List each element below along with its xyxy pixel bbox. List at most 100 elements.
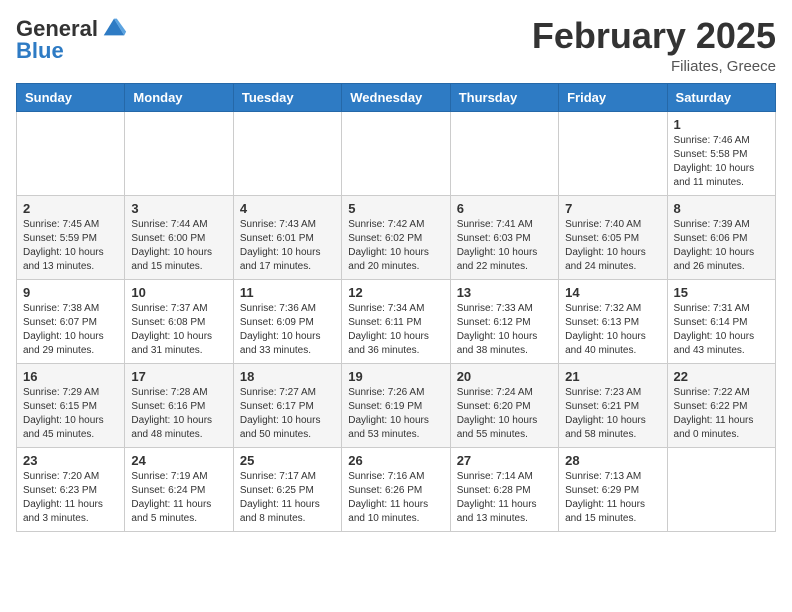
day-number: 8	[674, 201, 769, 216]
day-info: Sunrise: 7:45 AM Sunset: 5:59 PM Dayligh…	[23, 218, 118, 274]
day-number: 17	[131, 369, 226, 384]
calendar-cell	[559, 111, 667, 195]
calendar-cell: 3 Sunrise: 7:44 AM Sunset: 6:00 PM Daylig…	[125, 195, 233, 279]
day-info: Sunrise: 7:42 AM Sunset: 6:02 PM Dayligh…	[348, 218, 443, 274]
day-info: Sunrise: 7:44 AM Sunset: 6:00 PM Dayligh…	[131, 218, 226, 274]
day-number: 19	[348, 369, 443, 384]
calendar-cell: 17 Sunrise: 7:28 AM Sunset: 6:16 PM Dayli…	[125, 363, 233, 447]
day-info: Sunrise: 7:14 AM Sunset: 6:28 PM Dayligh…	[457, 470, 552, 526]
day-number: 12	[348, 285, 443, 300]
calendar-header-row: SundayMondayTuesdayWednesdayThursdayFrid…	[17, 83, 776, 111]
calendar-cell: 4 Sunrise: 7:43 AM Sunset: 6:01 PM Daylig…	[233, 195, 341, 279]
day-info: Sunrise: 7:37 AM Sunset: 6:08 PM Dayligh…	[131, 302, 226, 358]
day-number: 15	[674, 285, 769, 300]
day-number: 11	[240, 285, 335, 300]
weekday-header-tuesday: Tuesday	[233, 83, 341, 111]
day-number: 3	[131, 201, 226, 216]
calendar-week-row: 1 Sunrise: 7:46 AM Sunset: 5:58 PM Daylig…	[17, 111, 776, 195]
calendar-cell: 26 Sunrise: 7:16 AM Sunset: 6:26 PM Dayli…	[342, 447, 450, 531]
day-info: Sunrise: 7:32 AM Sunset: 6:13 PM Dayligh…	[565, 302, 660, 358]
calendar-cell: 10 Sunrise: 7:37 AM Sunset: 6:08 PM Dayli…	[125, 279, 233, 363]
day-number: 21	[565, 369, 660, 384]
title-block: February 2025 Filiates, Greece	[532, 16, 776, 75]
calendar-week-row: 2 Sunrise: 7:45 AM Sunset: 5:59 PM Daylig…	[17, 195, 776, 279]
day-number: 20	[457, 369, 552, 384]
day-number: 18	[240, 369, 335, 384]
day-info: Sunrise: 7:40 AM Sunset: 6:05 PM Dayligh…	[565, 218, 660, 274]
day-info: Sunrise: 7:23 AM Sunset: 6:21 PM Dayligh…	[565, 386, 660, 442]
day-number: 22	[674, 369, 769, 384]
calendar-cell	[667, 447, 775, 531]
day-number: 4	[240, 201, 335, 216]
day-info: Sunrise: 7:17 AM Sunset: 6:25 PM Dayligh…	[240, 470, 335, 526]
day-info: Sunrise: 7:19 AM Sunset: 6:24 PM Dayligh…	[131, 470, 226, 526]
logo: General Blue	[16, 16, 128, 64]
month-title: February 2025	[532, 16, 776, 56]
day-info: Sunrise: 7:33 AM Sunset: 6:12 PM Dayligh…	[457, 302, 552, 358]
day-number: 1	[674, 117, 769, 132]
day-info: Sunrise: 7:39 AM Sunset: 6:06 PM Dayligh…	[674, 218, 769, 274]
calendar-cell: 6 Sunrise: 7:41 AM Sunset: 6:03 PM Daylig…	[450, 195, 558, 279]
day-number: 9	[23, 285, 118, 300]
day-info: Sunrise: 7:46 AM Sunset: 5:58 PM Dayligh…	[674, 134, 769, 190]
calendar-cell	[125, 111, 233, 195]
day-info: Sunrise: 7:34 AM Sunset: 6:11 PM Dayligh…	[348, 302, 443, 358]
day-number: 26	[348, 453, 443, 468]
day-info: Sunrise: 7:28 AM Sunset: 6:16 PM Dayligh…	[131, 386, 226, 442]
weekday-header-thursday: Thursday	[450, 83, 558, 111]
day-info: Sunrise: 7:20 AM Sunset: 6:23 PM Dayligh…	[23, 470, 118, 526]
day-number: 2	[23, 201, 118, 216]
day-info: Sunrise: 7:22 AM Sunset: 6:22 PM Dayligh…	[674, 386, 769, 442]
calendar-cell: 21 Sunrise: 7:23 AM Sunset: 6:21 PM Dayli…	[559, 363, 667, 447]
day-number: 28	[565, 453, 660, 468]
day-info: Sunrise: 7:24 AM Sunset: 6:20 PM Dayligh…	[457, 386, 552, 442]
calendar-cell: 14Sunrise: 7:32 AM Sunset: 6:13 PM Dayli…	[559, 279, 667, 363]
calendar-cell: 16Sunrise: 7:29 AM Sunset: 6:15 PM Dayli…	[17, 363, 125, 447]
day-info: Sunrise: 7:27 AM Sunset: 6:17 PM Dayligh…	[240, 386, 335, 442]
weekday-header-monday: Monday	[125, 83, 233, 111]
day-number: 13	[457, 285, 552, 300]
day-number: 25	[240, 453, 335, 468]
day-number: 24	[131, 453, 226, 468]
calendar-table: SundayMondayTuesdayWednesdayThursdayFrid…	[16, 83, 776, 532]
day-number: 10	[131, 285, 226, 300]
calendar-cell: 18 Sunrise: 7:27 AM Sunset: 6:17 PM Dayli…	[233, 363, 341, 447]
calendar-cell: 24 Sunrise: 7:19 AM Sunset: 6:24 PM Dayli…	[125, 447, 233, 531]
calendar-cell: 7Sunrise: 7:40 AM Sunset: 6:05 PM Daylig…	[559, 195, 667, 279]
weekday-header-friday: Friday	[559, 83, 667, 111]
calendar-cell: 23Sunrise: 7:20 AM Sunset: 6:23 PM Dayli…	[17, 447, 125, 531]
day-info: Sunrise: 7:31 AM Sunset: 6:14 PM Dayligh…	[674, 302, 769, 358]
day-number: 27	[457, 453, 552, 468]
day-number: 6	[457, 201, 552, 216]
location-subtitle: Filiates, Greece	[532, 58, 776, 75]
weekday-header-sunday: Sunday	[17, 83, 125, 111]
calendar-cell: 19 Sunrise: 7:26 AM Sunset: 6:19 PM Dayli…	[342, 363, 450, 447]
calendar-cell	[342, 111, 450, 195]
calendar-cell: 11 Sunrise: 7:36 AM Sunset: 6:09 PM Dayli…	[233, 279, 341, 363]
calendar-cell: 1 Sunrise: 7:46 AM Sunset: 5:58 PM Daylig…	[667, 111, 775, 195]
day-info: Sunrise: 7:36 AM Sunset: 6:09 PM Dayligh…	[240, 302, 335, 358]
page-header: General Blue February 2025 Filiates, Gre…	[16, 16, 776, 75]
calendar-cell: 25 Sunrise: 7:17 AM Sunset: 6:25 PM Dayli…	[233, 447, 341, 531]
day-number: 16	[23, 369, 118, 384]
calendar-week-row: 16Sunrise: 7:29 AM Sunset: 6:15 PM Dayli…	[17, 363, 776, 447]
calendar-cell	[450, 111, 558, 195]
day-info: Sunrise: 7:43 AM Sunset: 6:01 PM Dayligh…	[240, 218, 335, 274]
weekday-header-wednesday: Wednesday	[342, 83, 450, 111]
calendar-cell: 12 Sunrise: 7:34 AM Sunset: 6:11 PM Dayli…	[342, 279, 450, 363]
day-info: Sunrise: 7:26 AM Sunset: 6:19 PM Dayligh…	[348, 386, 443, 442]
calendar-cell: 5Sunrise: 7:42 AM Sunset: 6:02 PM Daylig…	[342, 195, 450, 279]
calendar-cell: 20 Sunrise: 7:24 AM Sunset: 6:20 PM Dayli…	[450, 363, 558, 447]
day-info: Sunrise: 7:16 AM Sunset: 6:26 PM Dayligh…	[348, 470, 443, 526]
calendar-cell: 8 Sunrise: 7:39 AM Sunset: 6:06 PM Daylig…	[667, 195, 775, 279]
day-info: Sunrise: 7:41 AM Sunset: 6:03 PM Dayligh…	[457, 218, 552, 274]
day-info: Sunrise: 7:13 AM Sunset: 6:29 PM Dayligh…	[565, 470, 660, 526]
calendar-cell: 15 Sunrise: 7:31 AM Sunset: 6:14 PM Dayli…	[667, 279, 775, 363]
day-info: Sunrise: 7:38 AM Sunset: 6:07 PM Dayligh…	[23, 302, 118, 358]
calendar-cell: 28 Sunrise: 7:13 AM Sunset: 6:29 PM Dayli…	[559, 447, 667, 531]
logo-icon	[100, 13, 128, 41]
weekday-header-saturday: Saturday	[667, 83, 775, 111]
calendar-week-row: 9 Sunrise: 7:38 AM Sunset: 6:07 PM Daylig…	[17, 279, 776, 363]
calendar-cell: 9 Sunrise: 7:38 AM Sunset: 6:07 PM Daylig…	[17, 279, 125, 363]
calendar-cell: 27 Sunrise: 7:14 AM Sunset: 6:28 PM Dayli…	[450, 447, 558, 531]
